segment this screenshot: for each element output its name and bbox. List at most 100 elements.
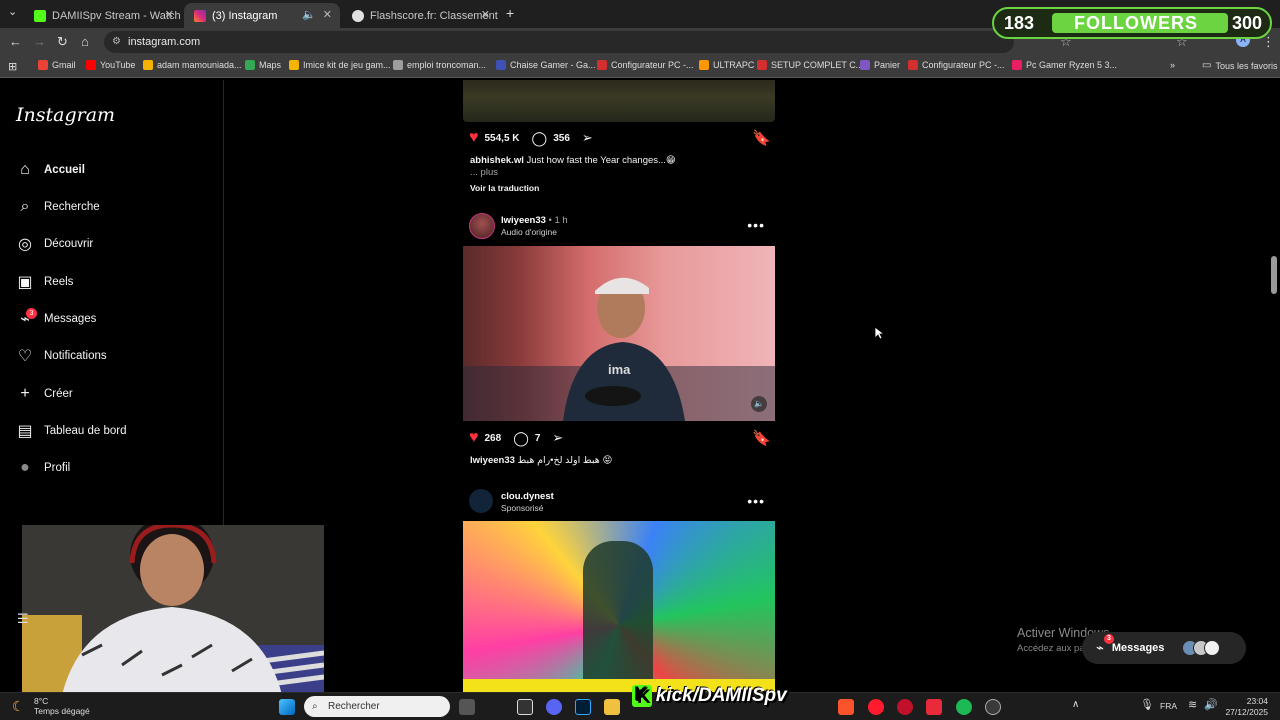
windows-start-icon[interactable] xyxy=(279,699,295,715)
bookmark-item[interactable]: Imice kit de jeu gam... xyxy=(289,60,391,70)
bookmark-item[interactable]: Gmail xyxy=(38,60,76,70)
post-username[interactable]: clou.dynest xyxy=(501,491,554,502)
sidebar-item-profil[interactable]: ● Profil xyxy=(16,456,70,480)
weather-widget[interactable]: ☾ 8°C Temps dégagé xyxy=(12,696,90,716)
more-options-icon[interactable]: ••• xyxy=(747,493,765,509)
taskbar-search[interactable]: ⌕ Rechercher xyxy=(304,696,450,717)
bookmark-item[interactable]: Maps xyxy=(245,60,281,70)
tab-list-icon[interactable]: ⌄ xyxy=(8,5,17,18)
dashboard-icon: ▤ xyxy=(17,423,33,440)
caption-username[interactable]: lwiyeen33 xyxy=(470,455,515,466)
more-options-icon[interactable]: ••• xyxy=(747,217,765,233)
like-count: 268 xyxy=(484,432,502,444)
post-audio[interactable]: Audio d'origine xyxy=(501,227,557,237)
messages-popup-button[interactable]: ⌁ 3 Messages xyxy=(1082,632,1246,664)
brave-icon[interactable] xyxy=(838,699,854,715)
tab-flashscore[interactable]: Flashscore.fr: Classements de C ✕ xyxy=(342,3,498,28)
bookmark-item[interactable]: ULTRAPC xyxy=(699,60,754,70)
bookmark-label: Imice kit de jeu gam... xyxy=(303,60,391,70)
wps-icon[interactable] xyxy=(926,699,942,715)
bookmark-item[interactable]: adam mamouniada... xyxy=(143,60,242,70)
tab-kick[interactable]: DAMIISpv Stream - Watch Live ✕ xyxy=(24,3,182,28)
back-icon[interactable]: ← xyxy=(9,34,22,49)
task-view-icon[interactable] xyxy=(459,699,475,715)
sidebar-item-accueil[interactable]: ⌂ Accueil xyxy=(16,158,85,182)
search-icon: ⌕ xyxy=(20,198,30,215)
bookmark-item[interactable]: Panier xyxy=(860,60,900,70)
share-icon[interactable]: ➢ xyxy=(552,430,563,446)
sidebar-item-notifications[interactable]: ♡ Notifications xyxy=(16,344,107,368)
see-translation-link[interactable]: Voir la traduction xyxy=(470,183,539,193)
sidebar-item-messages[interactable]: ⌁ 3 Messages xyxy=(16,307,96,331)
home-icon[interactable]: ⌂ xyxy=(81,34,89,49)
capcut-icon[interactable] xyxy=(517,699,533,715)
opera-gx-icon[interactable] xyxy=(897,699,913,715)
forward-icon[interactable]: → xyxy=(33,34,46,49)
tab-instagram[interactable]: (3) Instagram 🔈 ✕ xyxy=(184,3,340,28)
bookmark-item[interactable]: YouTube xyxy=(86,60,135,70)
speaker-icon[interactable]: 🔈 xyxy=(302,8,316,21)
new-tab-icon[interactable]: + xyxy=(506,5,514,21)
share-icon[interactable]: ➢ xyxy=(582,130,593,146)
steam-icon[interactable] xyxy=(985,699,1001,715)
sponsored-video[interactable] xyxy=(463,521,775,695)
sidebar-item-reels[interactable]: ▣ Reels xyxy=(16,270,73,294)
sidebar-more-icon[interactable]: ☰ xyxy=(17,611,29,627)
wifi-icon[interactable]: ≋ xyxy=(1188,698,1197,711)
file-explorer-icon[interactable] xyxy=(604,699,620,715)
volume-icon[interactable]: 🔊 xyxy=(1204,698,1218,711)
bookmark-favicon-icon xyxy=(597,60,607,70)
clock[interactable]: 23:04 27/12/2025 xyxy=(1225,696,1268,718)
tray-chevron-icon[interactable]: ∧ xyxy=(1072,699,1079,710)
sidebar-item-créer[interactable]: + Créer xyxy=(16,382,72,406)
discord-icon[interactable] xyxy=(546,699,562,715)
save-bookmark-icon[interactable]: 🔖 xyxy=(752,429,771,447)
moon-icon: ☾ xyxy=(12,698,25,714)
bookmark-label: Configurateur PC -... xyxy=(922,60,1005,70)
bookmark-favicon-icon xyxy=(393,60,403,70)
avatar[interactable] xyxy=(469,489,493,513)
close-icon[interactable]: ✕ xyxy=(323,8,332,21)
save-bookmark-icon[interactable]: 🔖 xyxy=(752,129,771,147)
page-scrollbar-thumb[interactable] xyxy=(1271,256,1277,294)
comment-icon[interactable]: ◯ xyxy=(532,130,548,147)
site-info-icon[interactable]: ⚙ xyxy=(112,31,121,53)
plus-icon: + xyxy=(20,385,30,402)
close-icon[interactable]: ✕ xyxy=(165,8,174,21)
apps-grid-icon[interactable]: ⊞ xyxy=(8,60,17,73)
sidebar-item-découvrir[interactable]: ◎ Découvrir xyxy=(16,232,93,256)
all-favorites[interactable]: ▭ Tous les favoris xyxy=(1202,60,1277,71)
bookmark-item[interactable]: emploi troncoman... xyxy=(393,60,486,70)
reload-icon[interactable]: ↻ xyxy=(57,34,68,50)
bookmark-item[interactable]: Configurateur PC -... xyxy=(908,60,1005,70)
bookmark-item[interactable]: SETUP COMPLET C... xyxy=(757,60,863,70)
comment-icon[interactable]: ◯ xyxy=(513,430,529,447)
more-link[interactable]: ... plus xyxy=(470,167,498,178)
more-bookmarks-icon[interactable]: » xyxy=(1170,60,1175,70)
post-username[interactable]: lwiyeen33 • 1 h xyxy=(501,215,568,226)
bookmark-item[interactable]: Pc Gamer Ryzen 5 3... xyxy=(1012,60,1117,70)
bookmark-item[interactable]: Configurateur PC -... xyxy=(597,60,694,70)
like-heart-icon[interactable]: ♥ xyxy=(469,129,479,147)
bookmark-item[interactable]: Chaise Gamer - Ga... xyxy=(496,60,596,70)
url-field[interactable]: ⚙ instagram.com xyxy=(104,31,1014,53)
mouse-cursor-icon xyxy=(874,326,884,340)
post-video[interactable]: ima 🔈 xyxy=(463,246,775,421)
like-heart-icon[interactable]: ♥ xyxy=(469,429,479,447)
microphone-icon[interactable]: 🎙 xyxy=(1140,698,1154,711)
language-indicator[interactable]: FRA xyxy=(1160,701,1177,711)
photoshop-icon[interactable] xyxy=(575,699,591,715)
close-icon[interactable]: ✕ xyxy=(481,8,490,21)
spotify-icon[interactable] xyxy=(956,699,972,715)
post-image[interactable] xyxy=(463,80,775,122)
caption-username[interactable]: abhishek.wl xyxy=(470,155,524,166)
sidebar-item-label: Recherche xyxy=(44,201,100,213)
bookmark-label: Maps xyxy=(259,60,282,70)
opera-icon[interactable] xyxy=(868,699,884,715)
mute-toggle-icon[interactable]: 🔈 xyxy=(751,396,767,412)
sidebar-item-recherche[interactable]: ⌕ Recherche xyxy=(16,195,100,219)
instagram-logo[interactable]: Instagram xyxy=(16,104,115,126)
avatar[interactable] xyxy=(469,213,495,239)
sidebar-item-tableau-de-bord[interactable]: ▤ Tableau de bord xyxy=(16,419,126,443)
bookmarks-bar: ⊞ Gmail YouTube adam mamouniada... Maps Imic… xyxy=(0,56,1280,78)
